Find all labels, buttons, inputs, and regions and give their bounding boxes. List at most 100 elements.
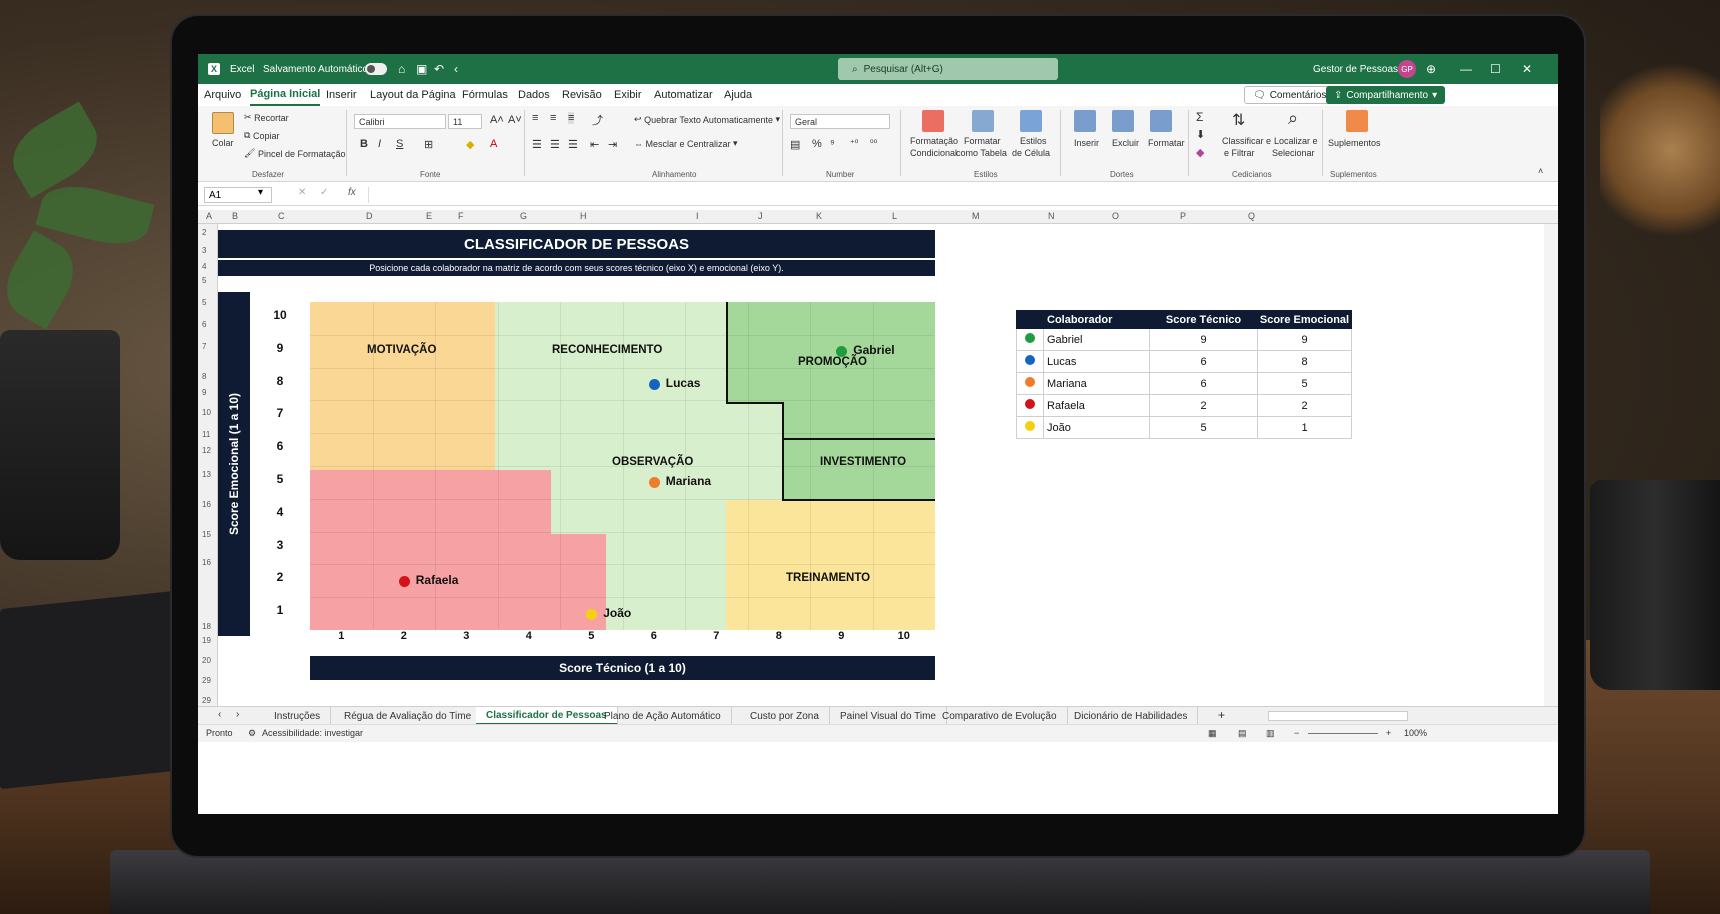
- format-table-label2[interactable]: como Tabela: [956, 148, 1007, 158]
- find-icon[interactable]: ⌕: [1288, 108, 1298, 129]
- row-header[interactable]: 6: [202, 320, 206, 329]
- cell-styles-label1[interactable]: Estilos: [1020, 136, 1047, 146]
- zoom-in-icon[interactable]: +: [1386, 728, 1391, 738]
- cancel-icon[interactable]: ✕: [298, 187, 306, 198]
- cell-styles-label2[interactable]: de Célula: [1012, 148, 1050, 158]
- align-top-icon[interactable]: ≡: [532, 112, 538, 124]
- borders-icon[interactable]: ⊞: [424, 138, 433, 151]
- find-select-label2[interactable]: Selecionar: [1272, 148, 1315, 158]
- emo-score-cell[interactable]: 1: [1257, 416, 1352, 439]
- zoom-slider[interactable]: [1308, 733, 1378, 734]
- row-header[interactable]: 5: [202, 276, 206, 285]
- row-header[interactable]: 13: [202, 470, 211, 479]
- autosum-icon[interactable]: Σ: [1196, 110, 1203, 124]
- sheet-tab[interactable]: Dicionário de Habilidades: [1064, 707, 1199, 725]
- minimize-icon[interactable]: —: [1460, 54, 1472, 84]
- align-bottom-icon[interactable]: ≡: [568, 112, 575, 124]
- undo-icon[interactable]: ↶: [434, 54, 444, 84]
- maximize-icon[interactable]: ☐: [1490, 54, 1501, 84]
- align-left-icon[interactable]: ☰: [532, 138, 542, 151]
- tab-automatizar[interactable]: Automatizar: [654, 84, 713, 106]
- row-header[interactable]: 15: [202, 530, 211, 539]
- add-sheet-icon[interactable]: +: [1218, 708, 1225, 722]
- insert-label[interactable]: Inserir: [1074, 138, 1099, 148]
- horizontal-scrollbar[interactable]: [1268, 711, 1408, 721]
- table-row[interactable]: Lucas 6 8: [1016, 350, 1352, 373]
- column-header[interactable]: K: [816, 211, 822, 221]
- row-header[interactable]: 10: [202, 408, 211, 417]
- name-cell[interactable]: Lucas: [1043, 350, 1150, 373]
- currency-icon[interactable]: ▤: [790, 138, 800, 151]
- sort-filter-label2[interactable]: e Filtrar: [1224, 148, 1255, 158]
- column-header[interactable]: D: [366, 211, 373, 221]
- accessibility-status[interactable]: Acessibilidade: investigar: [262, 728, 363, 738]
- zone-observacao-area[interactable]: [726, 402, 783, 502]
- search-box[interactable]: ⌕ Pesquisar (Alt+G): [838, 58, 1058, 80]
- column-header[interactable]: O: [1112, 211, 1119, 221]
- bold-button[interactable]: B: [360, 138, 368, 150]
- page-break-icon[interactable]: ▥: [1266, 728, 1275, 739]
- paste-icon[interactable]: [212, 112, 234, 134]
- row-header[interactable]: 8: [202, 372, 206, 381]
- sheet-tab[interactable]: Plano de Ação Automático: [594, 707, 732, 725]
- collapse-ribbon-icon[interactable]: ˄: [1538, 166, 1543, 176]
- name-cell[interactable]: João: [1043, 416, 1150, 439]
- name-cell[interactable]: Mariana: [1043, 372, 1150, 395]
- tec-score-cell[interactable]: 5: [1149, 416, 1258, 439]
- cut-button[interactable]: ✂ Recortar: [244, 112, 289, 123]
- row-header[interactable]: 16: [202, 500, 211, 509]
- save-icon[interactable]: ▣: [416, 54, 427, 84]
- accessibility-icon[interactable]: ⚙: [248, 728, 256, 739]
- column-header[interactable]: P: [1180, 211, 1186, 221]
- font-size-select[interactable]: 11: [448, 114, 482, 129]
- home-icon[interactable]: ⌂: [398, 54, 405, 84]
- chevron-down-icon[interactable]: ▾: [258, 187, 263, 198]
- row-header[interactable]: 29: [202, 696, 211, 705]
- normal-view-icon[interactable]: ▦: [1208, 728, 1217, 739]
- wrap-text-button[interactable]: ↩ Quebrar Texto Automaticamente ▾: [634, 114, 780, 125]
- align-center-icon[interactable]: ☰: [550, 138, 560, 151]
- find-select-label1[interactable]: Localizar e: [1274, 136, 1318, 146]
- column-header[interactable]: E: [426, 211, 432, 221]
- copy-button[interactable]: ⧉ Copiar: [244, 130, 279, 141]
- shrink-font-icon[interactable]: A˅: [508, 114, 522, 126]
- underline-button[interactable]: S: [396, 138, 403, 150]
- table-row[interactable]: Rafaela 2 2: [1016, 394, 1352, 417]
- ribbon-display-icon[interactable]: ⊕: [1426, 54, 1436, 84]
- align-middle-icon[interactable]: ≡: [550, 112, 556, 124]
- color-cell[interactable]: [1016, 416, 1044, 439]
- row-header[interactable]: 12: [202, 446, 211, 455]
- row-header[interactable]: 19: [202, 636, 211, 645]
- font-name-select[interactable]: Calibri: [354, 114, 446, 129]
- data-point[interactable]: [398, 575, 410, 587]
- tab-dados[interactable]: Dados: [518, 84, 550, 106]
- orientation-icon[interactable]: ⤴: [592, 112, 603, 128]
- format-table-icon[interactable]: [972, 110, 994, 132]
- table-row[interactable]: Mariana 6 5: [1016, 372, 1352, 395]
- page-layout-icon[interactable]: ▤: [1238, 728, 1247, 739]
- cond-format-label1[interactable]: Formatação: [910, 136, 958, 146]
- color-cell[interactable]: [1016, 394, 1044, 417]
- addins-icon[interactable]: [1346, 110, 1368, 132]
- formula-input[interactable]: [368, 187, 1438, 203]
- emo-score-cell[interactable]: 8: [1257, 350, 1352, 373]
- row-header[interactable]: 29: [202, 676, 211, 685]
- insert-cells-icon[interactable]: [1074, 110, 1096, 132]
- row-header[interactable]: 3: [202, 246, 206, 255]
- tab-pagina-inicial[interactable]: Página Inicial: [250, 84, 321, 106]
- row-header[interactable]: 7: [202, 342, 206, 351]
- table-header[interactable]: [1016, 310, 1044, 329]
- column-header[interactable]: Q: [1248, 211, 1255, 221]
- comma-style-icon[interactable]: ⁹: [830, 138, 835, 150]
- row-header[interactable]: 11: [202, 430, 210, 439]
- prev-sheet-icon[interactable]: ‹: [218, 709, 221, 720]
- column-header[interactable]: J: [758, 211, 763, 221]
- more-commands-icon[interactable]: ‹: [454, 54, 458, 84]
- row-header[interactable]: 4: [202, 262, 206, 271]
- column-header[interactable]: I: [696, 211, 699, 221]
- emo-score-cell[interactable]: 5: [1257, 372, 1352, 395]
- tab-ajuda[interactable]: Ajuda: [724, 84, 752, 106]
- zone-investimento-area[interactable]: [783, 438, 935, 500]
- format-label[interactable]: Formatar: [1148, 138, 1185, 148]
- font-color-icon[interactable]: A: [490, 138, 497, 150]
